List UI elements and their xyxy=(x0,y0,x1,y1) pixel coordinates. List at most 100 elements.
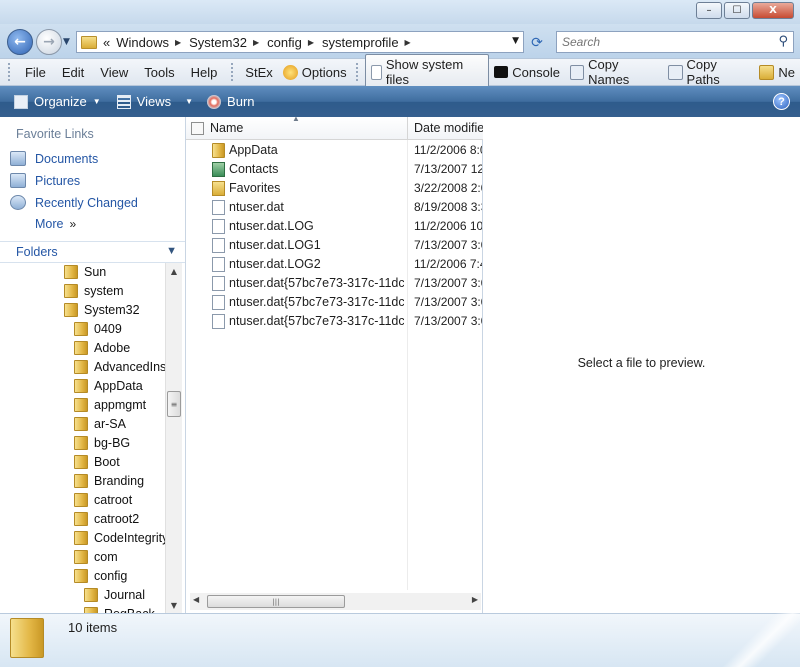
recent-pages-dropdown[interactable]: ▼ xyxy=(63,37,70,47)
file-name: AppData xyxy=(229,143,278,157)
column-header-name[interactable]: Name xyxy=(210,121,243,135)
maximize-button[interactable]: ☐ xyxy=(724,2,750,19)
file-date-modified: 11/2/2006 7:4 xyxy=(414,257,482,271)
breadcrumb-systemprofile[interactable]: systemprofile xyxy=(322,35,399,50)
file-row[interactable]: Contacts 7/13/2007 12: xyxy=(186,160,483,179)
tree-item-label: Sun xyxy=(84,265,107,279)
folders-header[interactable]: Folders ▼ xyxy=(0,241,185,263)
show-system-files-label: Show system files xyxy=(385,57,464,87)
close-button[interactable]: X xyxy=(752,2,794,19)
menu-file[interactable]: File xyxy=(17,65,54,80)
views-button[interactable]: Views ▼ xyxy=(116,94,193,109)
favorite-link-recently-changed[interactable]: Recently Changed xyxy=(10,195,138,210)
tree-item-appdata[interactable]: AppData xyxy=(74,379,143,393)
tree-item-bg-bg[interactable]: bg-BG xyxy=(74,436,130,450)
document-icon xyxy=(370,64,382,80)
breadcrumb-separator-icon[interactable]: ▶ xyxy=(405,38,411,47)
tree-item-system[interactable]: system xyxy=(64,284,124,298)
breadcrumb-separator-icon[interactable]: ▶ xyxy=(175,38,181,47)
file-row[interactable]: ntuser.dat{57bc7e73-317c-11dc- 7/13/2007 … xyxy=(186,312,483,331)
tree-item-branding[interactable]: Branding xyxy=(74,474,144,488)
file-row[interactable]: ntuser.dat{57bc7e73-317c-11dc- 7/13/2007 … xyxy=(186,293,483,312)
search-input[interactable] xyxy=(562,35,767,49)
menu-edit[interactable]: Edit xyxy=(54,65,92,80)
toolbar-grip[interactable] xyxy=(231,63,234,81)
options-button[interactable]: Options xyxy=(278,64,352,80)
menu-bar: File Edit View Tools Help StEx Options S… xyxy=(0,54,800,90)
tree-item-0409[interactable]: 0409 xyxy=(74,322,122,336)
breadcrumb-separator-icon[interactable]: ▶ xyxy=(308,38,314,47)
stex-button[interactable]: StEx xyxy=(240,65,277,80)
document-icon xyxy=(212,295,225,310)
file-row[interactable]: ntuser.dat.LOG2 11/2/2006 7:4 xyxy=(186,255,483,274)
folder-icon xyxy=(74,512,88,526)
scrollbar-thumb[interactable]: ≡ xyxy=(167,391,181,417)
tree-item-codeintegrity[interactable]: CodeIntegrity xyxy=(74,531,165,545)
help-icon[interactable]: ? xyxy=(773,93,790,110)
tree-item-journal[interactable]: Journal xyxy=(84,588,145,602)
toolbar-grip[interactable] xyxy=(355,63,359,81)
show-system-files-button[interactable]: Show system files xyxy=(364,54,490,90)
toolbar-grip[interactable] xyxy=(8,63,11,81)
folder-icon xyxy=(74,493,88,507)
folder-icon xyxy=(74,455,88,469)
copy-names-button[interactable]: Copy Names xyxy=(565,57,663,87)
breadcrumb-overflow[interactable]: « xyxy=(103,35,110,50)
document-icon xyxy=(212,276,225,291)
tree-item-advancedinst[interactable]: AdvancedInst xyxy=(74,360,165,374)
refresh-icon[interactable]: ⟳ xyxy=(526,33,548,53)
more-links-button[interactable]: More » xyxy=(35,217,76,231)
breadcrumb-windows[interactable]: Windows xyxy=(116,35,169,50)
breadcrumb-system32[interactable]: System32 xyxy=(189,35,247,50)
file-name: ntuser.dat xyxy=(229,200,284,214)
file-row[interactable]: ntuser.dat.LOG 11/2/2006 10: xyxy=(186,217,483,236)
scroll-down-arrow-icon[interactable]: ▼ xyxy=(166,598,182,612)
console-button[interactable]: Console xyxy=(489,65,565,80)
new-button[interactable]: Ne xyxy=(754,64,800,80)
column-header-date-modified[interactable]: Date modified xyxy=(407,117,483,140)
tree-item-boot[interactable]: Boot xyxy=(74,455,120,469)
item-count: 10 items xyxy=(68,620,118,635)
favorite-link-documents[interactable]: Documents xyxy=(10,151,98,166)
address-bar[interactable]: « Windows ▶ System32 ▶ config ▶ systempr… xyxy=(76,31,524,53)
file-date-modified: 7/13/2007 3:0 xyxy=(414,276,482,290)
file-row[interactable]: ntuser.dat 8/19/2008 3:3 xyxy=(186,198,483,217)
copy-paths-button[interactable]: Copy Paths xyxy=(663,57,754,87)
breadcrumb-config[interactable]: config xyxy=(267,35,302,50)
command-bar: Organize ▼ Views ▼ Burn ? xyxy=(0,86,800,117)
scroll-left-arrow-icon[interactable]: ◀ xyxy=(193,595,199,604)
tree-item-catroot2[interactable]: catroot2 xyxy=(74,512,139,526)
file-row[interactable]: Favorites 3/22/2008 2:0 xyxy=(186,179,483,198)
menu-view[interactable]: View xyxy=(92,65,136,80)
breadcrumb-separator-icon[interactable]: ▶ xyxy=(253,38,259,47)
tree-item-appmgmt[interactable]: appmgmt xyxy=(74,398,146,412)
file-row[interactable]: ntuser.dat.LOG1 7/13/2007 3:0 xyxy=(186,236,483,255)
menu-help[interactable]: Help xyxy=(183,65,226,80)
tree-item-config[interactable]: config xyxy=(74,569,127,583)
folder-tree-scrollbar[interactable]: ▲ ≡ ▼ xyxy=(165,263,182,613)
tree-item-system32[interactable]: System32 xyxy=(64,303,140,317)
scroll-right-arrow-icon[interactable]: ▶ xyxy=(472,595,478,604)
select-all-checkbox[interactable] xyxy=(191,122,204,135)
tree-item-ar-sa[interactable]: ar-SA xyxy=(74,417,126,431)
favorite-link-pictures[interactable]: Pictures xyxy=(10,173,80,188)
search-icon[interactable]: ⚲ xyxy=(778,34,788,49)
forward-button[interactable]: → xyxy=(36,29,62,55)
back-button[interactable]: ← xyxy=(7,29,33,55)
tree-item-adobe[interactable]: Adobe xyxy=(74,341,130,355)
file-row[interactable]: ntuser.dat{57bc7e73-317c-11dc- 7/13/2007 … xyxy=(186,274,483,293)
tree-item-com[interactable]: com xyxy=(74,550,118,564)
minimize-button[interactable]: – xyxy=(696,2,722,19)
tree-item-sun[interactable]: Sun xyxy=(64,265,106,279)
scroll-up-arrow-icon[interactable]: ▲ xyxy=(166,264,182,278)
menu-tools[interactable]: Tools xyxy=(136,65,182,80)
scrollbar-thumb[interactable]: ||| xyxy=(207,595,345,608)
address-dropdown-icon[interactable]: ▼ xyxy=(512,36,519,46)
burn-button[interactable]: Burn xyxy=(207,94,255,109)
file-list-hscrollbar[interactable]: ◀ ||| ▶ xyxy=(190,593,481,610)
organize-button[interactable]: Organize ▼ xyxy=(14,94,101,109)
file-row[interactable]: AppData 11/2/2006 8:0 xyxy=(186,141,483,160)
folder-icon xyxy=(64,265,78,279)
tree-item-catroot[interactable]: catroot xyxy=(74,493,132,507)
tree-item-label: AdvancedInst xyxy=(94,360,165,374)
